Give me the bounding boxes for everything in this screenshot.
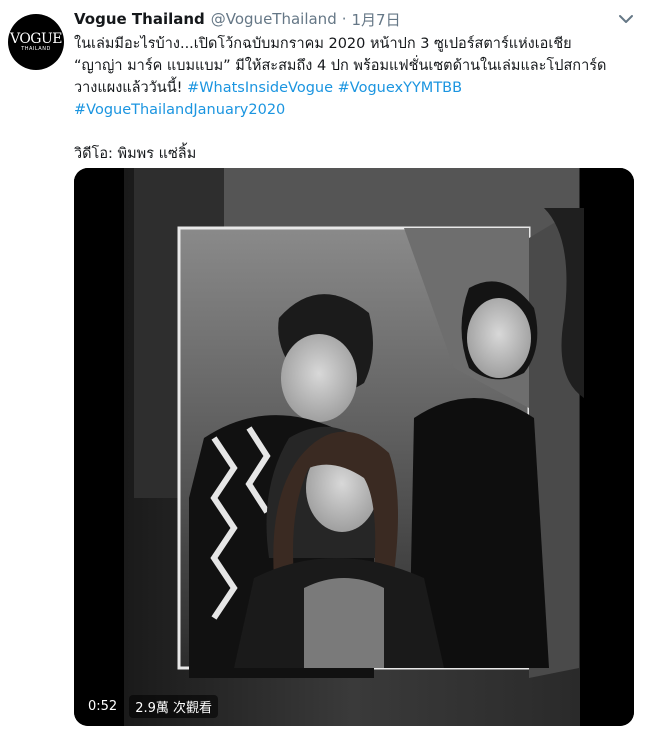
header-separator: · xyxy=(341,10,347,28)
video-credit: วิดีโอ: พิมพร แซ่ลิ้ม xyxy=(74,146,197,162)
tweet-date[interactable]: 1月7日 xyxy=(352,9,401,30)
video-overlay-badges: 0:52 2.9萬 次觀看 xyxy=(82,694,219,718)
avatar-logo-text: VOGUE xyxy=(9,30,63,47)
tweet-text-line-1: ในเล่มมีอะไรบ้าง...เปิดโว้กฉบับมกราคม 20… xyxy=(74,36,572,52)
tweet-card[interactable]: VOGUE THAILAND Vogue Thailand @VogueThai… xyxy=(0,0,648,737)
avatar-sub-text: THAILAND xyxy=(21,45,51,52)
tweet-header: Vogue Thailand @VogueThailand · 1月7日 xyxy=(74,8,401,30)
hashtag-voguexyymtbb[interactable]: #VoguexYYMTBB xyxy=(338,80,462,96)
tweet-text-line-2: “ญาญ่า มาร์ค แบมแบม” มีให้สะสมถึง 4 ปก พ… xyxy=(74,58,607,74)
hashtag-voguethailandjanuary2020[interactable]: #VogueThailandJanuary2020 xyxy=(74,102,285,118)
tweet-text-line-4: #VogueThailandJanuary2020 xyxy=(74,99,634,121)
tweet-text-line-3-body: วางแผงแล้ววันนี้! xyxy=(74,80,183,96)
author-handle[interactable]: @VogueThailand xyxy=(211,10,337,28)
text-spacer xyxy=(74,121,634,143)
chevron-down-icon[interactable] xyxy=(616,10,636,28)
author-name[interactable]: Vogue Thailand xyxy=(74,10,205,28)
video-thumbnail xyxy=(74,168,634,726)
video-duration: 0:52 xyxy=(82,696,124,716)
tweet-text: ในเล่มมีอะไรบ้าง...เปิดโว้กฉบับมกราคม 20… xyxy=(74,33,634,165)
video-view-count: 2.9萬 次觀看 xyxy=(129,694,219,718)
avatar[interactable]: VOGUE THAILAND xyxy=(8,14,64,70)
tweet-text-line-3: วางแผงแล้ววันนี้! #WhatsInsideVogue #Vog… xyxy=(74,77,634,99)
video-player[interactable]: 0:52 2.9萬 次觀看 xyxy=(74,168,634,726)
hashtag-whatsinsidevogue[interactable]: #WhatsInsideVogue xyxy=(187,80,333,96)
